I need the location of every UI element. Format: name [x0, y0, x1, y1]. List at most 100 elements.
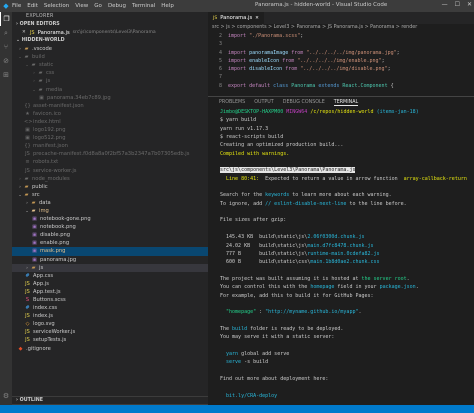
code-text: import enableIcon from "../../../../img/… — [228, 57, 385, 64]
image-file-icon: ▣ — [25, 135, 30, 142]
tree-item[interactable]: ▣ logo512.png — [12, 134, 208, 142]
tree-item[interactable]: S Buttons.scss — [12, 296, 208, 304]
tree-item-label: service-worker.js — [33, 167, 77, 174]
tree-item[interactable]: JS setupTests.js — [12, 336, 208, 344]
window-title: Panorama.js - hidden-world - Visual Stud… — [255, 2, 388, 8]
explorer-icon[interactable]: ❐ — [0, 12, 12, 26]
tree-item[interactable]: {} manifest.json — [12, 142, 208, 150]
line-number: 3 — [218, 41, 222, 48]
extensions-icon[interactable]: ⊞ — [0, 68, 12, 82]
open-editor-item[interactable]: ✕ JS Panorama.js src\js\components\Level… — [12, 29, 208, 37]
code-text: import "./Panorama.scss"; — [228, 33, 304, 39]
tree-item[interactable]: › ▰ public — [12, 183, 208, 191]
tree-item[interactable]: ⌄ ▰ img — [12, 207, 208, 215]
tree-item[interactable]: ▣ mask.png — [12, 247, 208, 256]
tree-item-label: enable.png — [40, 240, 70, 247]
tree-item[interactable]: › ▰ .vscode — [12, 45, 208, 53]
tree-item[interactable]: JS App.js — [12, 280, 208, 288]
tab-problems[interactable]: PROBLEMS — [219, 100, 245, 105]
terminal-line: bit.ly/CRA-deploy — [220, 392, 278, 399]
source-control-icon[interactable]: ⑂ — [0, 40, 12, 54]
folder-icon: ▰ — [31, 264, 36, 271]
editor-tabs: JS Panorama.js ✕ — [208, 12, 474, 24]
tree-item[interactable]: {} asset-manifest.json — [12, 102, 208, 110]
image-file-icon: ▣ — [32, 248, 37, 255]
project-section[interactable]: ⌄ HIDDEN-WORLD — [12, 37, 208, 45]
tree-item[interactable]: ▣ enable.png — [12, 239, 208, 247]
tree-item[interactable]: ≡ robots.txt — [12, 158, 208, 166]
tab-panorama-js[interactable]: JS Panorama.js ✕ — [208, 12, 264, 24]
scss-file-icon: S — [25, 297, 30, 303]
menu-item-file[interactable]: File — [12, 3, 21, 9]
tab-terminal[interactable]: TERMINAL — [333, 100, 359, 106]
tree-item[interactable]: <> index.html — [12, 118, 208, 126]
menu-item-selection[interactable]: Selection — [44, 3, 69, 9]
tree-item[interactable]: ★ favicon.ico — [12, 110, 208, 118]
tree-item[interactable]: › ▰ js — [12, 263, 208, 272]
tree-item[interactable]: ⌄ ▰ src — [12, 191, 208, 199]
tree-item[interactable]: › ▰ js — [12, 77, 208, 85]
tree-item[interactable]: ◇ logo.svg — [12, 320, 208, 328]
terminal-line: 600 B build\static\css\main.1b8d0ae2.chu… — [220, 259, 380, 266]
tree-item[interactable]: ▣ panorama.34eb7c89.jpg — [12, 94, 208, 102]
tree-item[interactable]: JS precache-manifest.f0d8a8a0f2bf57a3b234… — [12, 150, 208, 158]
breadcrumb[interactable]: src > js > components > Level3 > Panoram… — [208, 24, 474, 32]
outline-section[interactable]: › OUTLINE — [12, 396, 208, 404]
close-icon[interactable]: ✕ — [255, 16, 259, 21]
minimize-icon[interactable]: — — [442, 1, 448, 8]
terminal-line: src\js\components\Level3\Panorama\Panora… — [220, 167, 356, 174]
git-file-icon: ◆ — [18, 345, 23, 352]
code-editor[interactable]: 2 import "./Panorama.scss"; 3 4 import panor… — [208, 32, 474, 90]
code-line: 2 import "./Panorama.scss"; — [212, 32, 474, 40]
menu-bar: File Edit Selection View Go Debug Terminal Help — [12, 3, 180, 9]
tree-item[interactable]: ▣ disable.png — [12, 231, 208, 239]
tree-item-label: notebook.png — [40, 224, 76, 231]
menu-item-terminal[interactable]: Terminal — [132, 3, 155, 9]
menu-item-help[interactable]: Help — [161, 3, 174, 9]
tree-item[interactable]: › ▰ node_modules — [12, 175, 208, 183]
close-icon[interactable]: ✕ — [22, 29, 26, 37]
open-editors-section[interactable]: › OPEN EDITORS — [12, 21, 208, 29]
menu-item-edit[interactable]: Edit — [27, 3, 38, 9]
tree-item[interactable]: JS serviceWorker.js — [12, 328, 208, 336]
tree-item[interactable]: ▣ logo192.png — [12, 126, 208, 134]
tab-output[interactable]: OUTPUT — [254, 100, 274, 105]
folder-icon: ▰ — [38, 86, 43, 93]
tree-item[interactable]: ▣ notebook.png — [12, 223, 208, 231]
js-file-icon: JS — [25, 280, 30, 287]
close-icon[interactable]: ✕ — [467, 1, 472, 8]
maximize-icon[interactable]: ☐ — [455, 1, 460, 8]
tree-item-label: build — [32, 54, 45, 61]
image-file-icon: ▣ — [32, 224, 37, 231]
debug-icon[interactable]: ⊘ — [0, 54, 12, 68]
tab-debug-console[interactable]: DEBUG CONSOLE — [283, 100, 325, 105]
tree-item[interactable]: JS App.test.js — [12, 288, 208, 296]
search-icon[interactable]: ⌕ — [0, 26, 12, 40]
tree-item[interactable]: › ▰ css — [12, 69, 208, 77]
menu-item-view[interactable]: View — [75, 3, 88, 9]
terminal[interactable]: Jimbo@DESKTOP-HAXPM00 MINGW64 /c/repos/h… — [208, 108, 474, 400]
terminal-line: Jimbo@DESKTOP-HAXPM00 MINGW64 /c/repos/h… — [220, 109, 419, 115]
tree-item[interactable]: # App.css — [12, 272, 208, 280]
line-number: 5 — [218, 57, 222, 64]
tree-item[interactable]: › ▰ data — [12, 199, 208, 207]
file-tree: › ▰ .vscode ⌄ ▰ build ⌄ ▰ static › ▰ css › ▰ js ⌄ ▰ media… — [12, 45, 208, 353]
tree-item[interactable]: ⌄ ▰ static — [12, 61, 208, 69]
settings-gear-icon[interactable]: ⚙ — [0, 389, 12, 403]
code-line: 5 import enableIcon from "../../../../img… — [212, 57, 474, 65]
tree-item[interactable]: JS service-worker.js — [12, 167, 208, 175]
tree-item[interactable]: ◆ .gitignore — [12, 345, 208, 353]
tree-item[interactable]: ⌄ ▰ build — [12, 53, 208, 61]
folder-icon: ▰ — [31, 199, 36, 206]
tree-item-label: App.test.js — [33, 288, 61, 295]
tree-item[interactable]: ▣ notebook-gone.png — [12, 215, 208, 223]
tree-item[interactable]: ▣ panorama.jpg — [12, 256, 208, 264]
tree-item[interactable]: ⌄ ▰ media — [12, 86, 208, 94]
menu-item-debug[interactable]: Debug — [108, 3, 126, 9]
tree-item[interactable]: # index.css — [12, 304, 208, 312]
tree-item[interactable]: JS index.js — [12, 312, 208, 320]
menu-item-go[interactable]: Go — [94, 3, 102, 9]
tree-item-label: img — [39, 207, 49, 214]
